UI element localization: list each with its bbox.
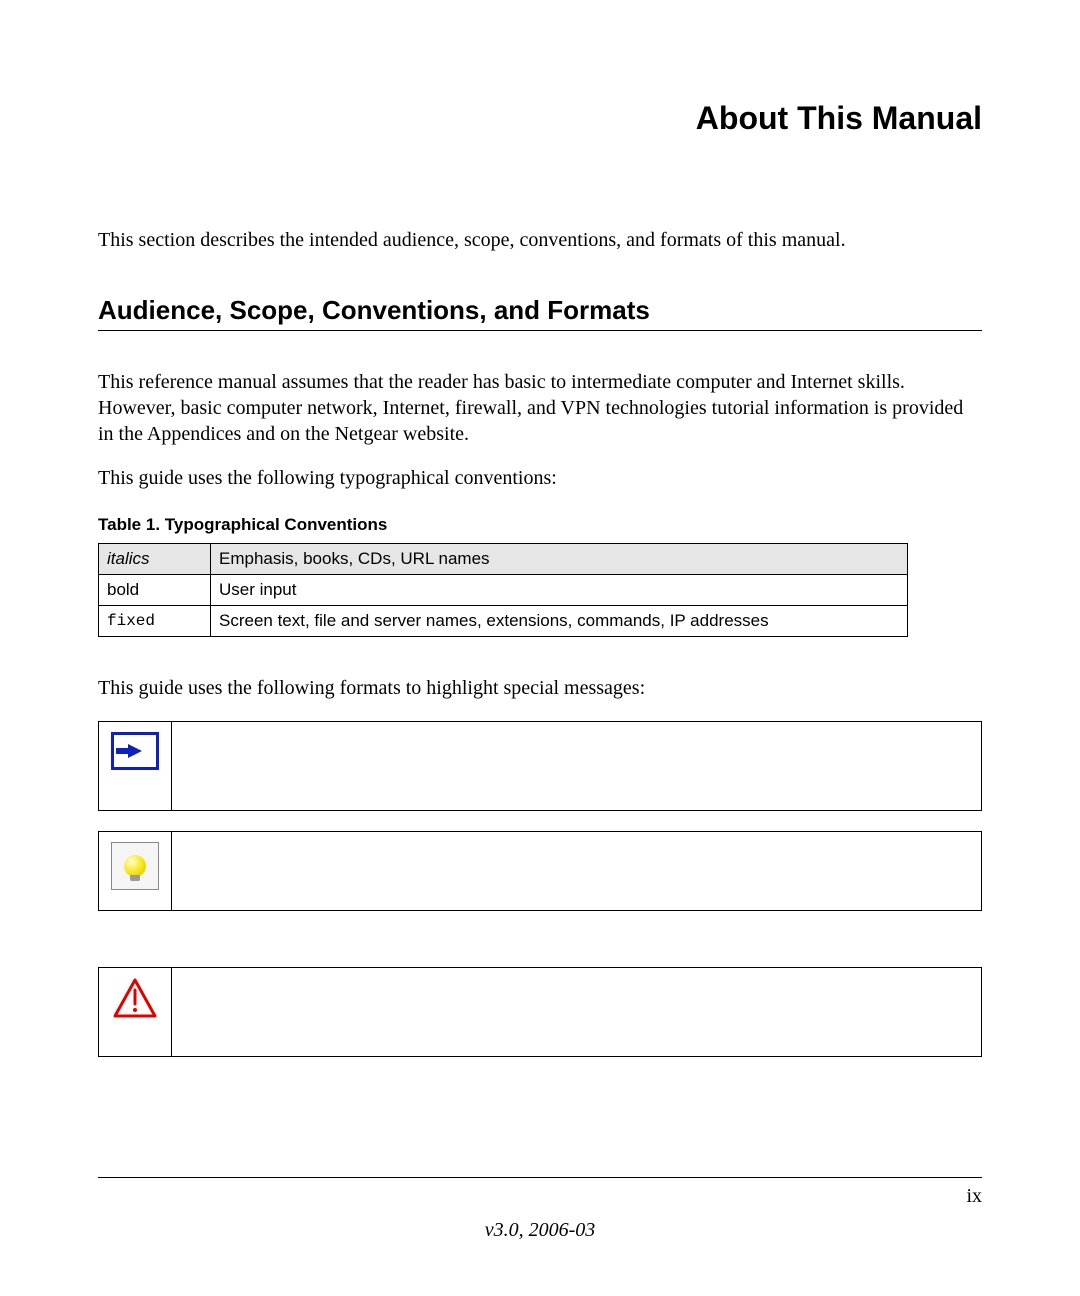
cell-italics-desc: Emphasis, books, CDs, URL names bbox=[211, 544, 908, 575]
note-icon-cell bbox=[99, 722, 172, 810]
warning-icon-cell bbox=[99, 968, 172, 1056]
note-callout bbox=[98, 721, 982, 811]
page: About This Manual This section describes… bbox=[0, 0, 1080, 1296]
table-row: italics Emphasis, books, CDs, URL names bbox=[99, 544, 908, 575]
table-row: fixed Screen text, file and server names… bbox=[99, 606, 908, 637]
table-caption: Table 1. Typographical Conventions bbox=[98, 515, 982, 535]
intro-paragraph: This section describes the intended audi… bbox=[98, 227, 982, 253]
lightbulb-icon bbox=[111, 842, 159, 890]
footer-rule bbox=[98, 1177, 982, 1178]
tip-callout bbox=[98, 831, 982, 911]
conventions-table: italics Emphasis, books, CDs, URL names … bbox=[98, 543, 908, 637]
cell-fixed-desc: Screen text, file and server names, exte… bbox=[211, 606, 908, 637]
cell-fixed-label: fixed bbox=[99, 606, 211, 637]
cell-bold-label: bold bbox=[99, 575, 211, 606]
cell-bold-desc: User input bbox=[211, 575, 908, 606]
page-title: About This Manual bbox=[98, 100, 982, 137]
table-row: bold User input bbox=[99, 575, 908, 606]
note-content bbox=[172, 758, 981, 774]
section-rule bbox=[98, 330, 982, 331]
warning-callout bbox=[98, 967, 982, 1057]
paragraph-3: This guide uses the following formats to… bbox=[98, 675, 982, 701]
warning-content bbox=[172, 1004, 981, 1020]
tip-icon-cell bbox=[99, 832, 172, 910]
section-heading: Audience, Scope, Conventions, and Format… bbox=[98, 295, 982, 326]
warning-icon bbox=[113, 978, 157, 1018]
cell-italics-label: italics bbox=[99, 544, 211, 575]
version-footer: v3.0, 2006-03 bbox=[0, 1219, 1080, 1242]
page-number: ix bbox=[966, 1185, 982, 1208]
tip-content bbox=[172, 863, 981, 879]
paragraph-1: This reference manual assumes that the r… bbox=[98, 369, 982, 447]
arrow-right-icon bbox=[111, 732, 159, 770]
paragraph-2: This guide uses the following typographi… bbox=[98, 465, 982, 491]
